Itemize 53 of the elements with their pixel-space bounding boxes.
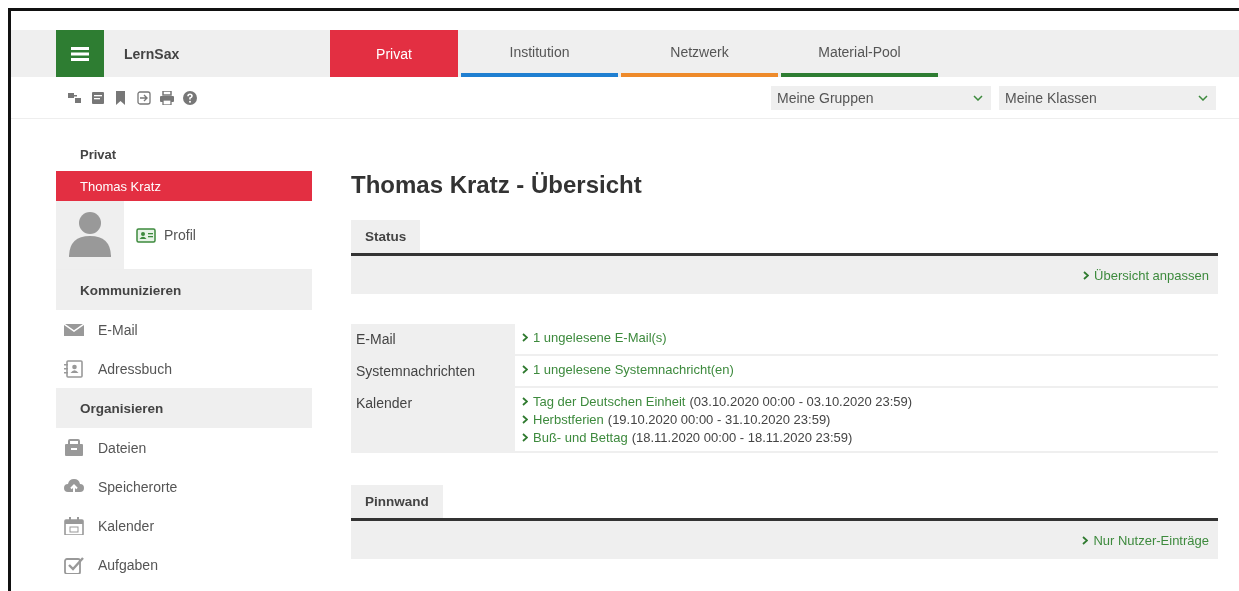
menu-icon xyxy=(71,46,89,61)
calendar-icon xyxy=(64,516,84,535)
print-icon[interactable] xyxy=(160,90,174,105)
help-icon[interactable] xyxy=(183,90,197,105)
sidebar-item[interactable]: Thomas Kratz xyxy=(56,171,312,201)
sidebar-section-header: Kommunizieren xyxy=(56,270,312,310)
sidebar-link[interactable]: Aufgaben xyxy=(98,556,158,573)
chevron-icon xyxy=(1083,270,1090,280)
dropdown-value: Meine Klassen xyxy=(1005,89,1097,106)
chevron-icon xyxy=(522,333,528,342)
action-link[interactable]: Übersicht anpassen xyxy=(1083,267,1209,283)
chevron-icon xyxy=(1082,535,1089,545)
status-link[interactable]: 1 ungelesene E-Mail(s) xyxy=(522,330,667,345)
chevron-down-icon xyxy=(973,94,983,101)
page-title: Thomas Kratz - Übersicht xyxy=(351,171,643,199)
sitemap-icon[interactable] xyxy=(68,90,82,105)
menu-button[interactable] xyxy=(56,30,104,77)
sidebar-link[interactable]: Kalender xyxy=(98,517,155,534)
action-link[interactable]: Nur Nutzer-Einträge xyxy=(1082,532,1209,548)
table-cell: Kalender xyxy=(351,388,515,451)
chevron-icon xyxy=(522,365,528,374)
sidebar-link[interactable]: E-Mail xyxy=(98,321,138,338)
sidebar-link[interactable]: Dateien xyxy=(98,439,147,456)
login-icon[interactable] xyxy=(137,90,151,105)
sidebar-link[interactable]: Adressbuch xyxy=(98,360,172,377)
id-card-icon xyxy=(136,227,156,243)
table-cell: Systemnachrichten xyxy=(351,356,515,386)
chevron-down-icon xyxy=(1198,94,1208,101)
nav-tab[interactable]: Privat xyxy=(330,30,458,77)
dropdown[interactable]: Meine Klassen xyxy=(999,85,1216,110)
status-link[interactable]: Herbstferien xyxy=(522,412,604,427)
bookmark-icon[interactable] xyxy=(114,90,128,105)
status-link[interactable]: 1 ungelesene Systemnachricht(en) xyxy=(522,362,734,377)
avatar-icon xyxy=(67,211,113,259)
table-cell: E-Mail xyxy=(351,324,515,354)
sidebar-section-header: Organisieren xyxy=(56,388,312,428)
app-name: LernSax xyxy=(123,44,181,64)
briefcase-icon xyxy=(64,438,84,457)
checkbox-icon xyxy=(64,555,84,574)
address-book-icon xyxy=(64,359,84,378)
date-range: (18.11.2020 00:00 - 18.11.2020 23:59) xyxy=(631,430,853,445)
note-icon[interactable] xyxy=(91,90,105,105)
date-range: (03.10.2020 00:00 - 03.10.2020 23:59) xyxy=(689,394,913,409)
panel-tab[interactable]: Status xyxy=(351,220,421,253)
status-link[interactable]: Buß- und Bettag xyxy=(522,430,628,445)
sidebar-title: Privat xyxy=(79,147,118,164)
profile-link[interactable]: Profil xyxy=(164,227,196,243)
sidebar-link[interactable]: Speicherorte xyxy=(98,478,178,495)
dropdown[interactable]: Meine Gruppen xyxy=(771,85,991,110)
dropdown-value: Meine Gruppen xyxy=(777,89,874,106)
status-link[interactable]: Tag der Deutschen Einheit xyxy=(522,394,686,409)
panel-tab[interactable]: Pinnwand xyxy=(351,485,443,518)
date-range: (19.10.2020 00:00 - 31.10.2020 23:59) xyxy=(607,412,831,427)
